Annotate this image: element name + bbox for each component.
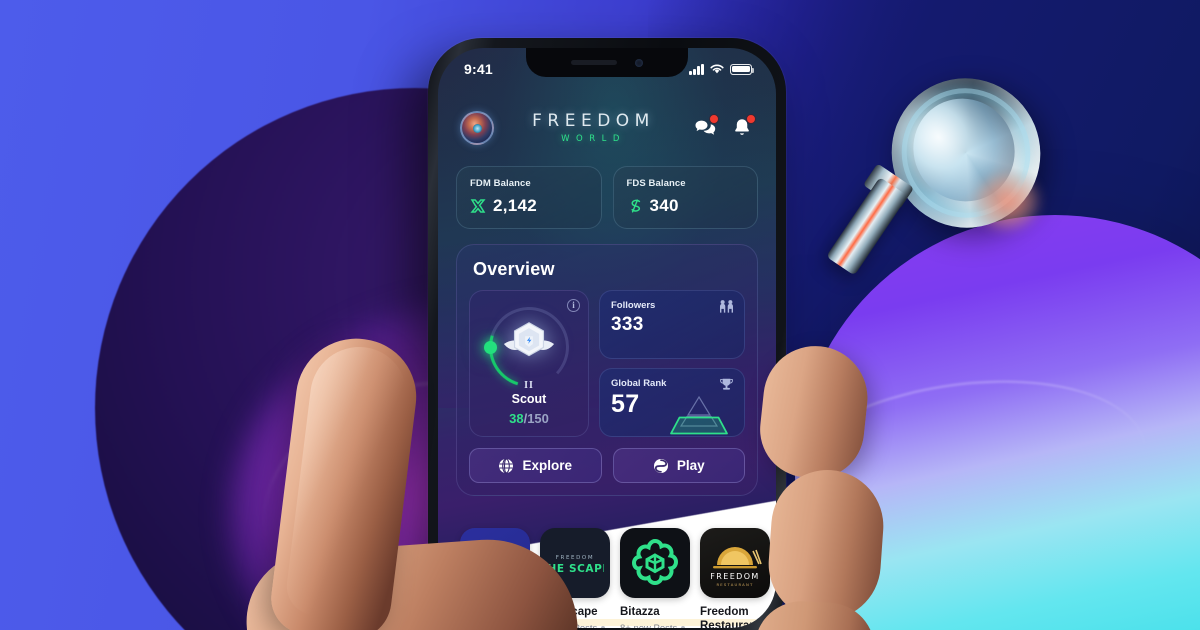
the-scape-logo: FREEDOM THE SCAPE — [540, 528, 610, 598]
svg-text:FREEDOM: FREEDOM — [710, 572, 759, 581]
page-title: Overview — [473, 259, 555, 279]
pyramid-tiers-icon — [660, 395, 738, 435]
fds-token-icon — [627, 198, 643, 214]
app-brand: FREEDOM WORLD — [532, 110, 655, 144]
balance-label: FDS Balance — [626, 178, 686, 189]
svg-text:FREEDOM: FREEDOM — [556, 555, 594, 561]
earpiece-speaker — [571, 60, 617, 65]
balance-value: 340 — [649, 196, 679, 215]
app-name: Freedom — [460, 606, 509, 618]
balance-row: 340 — [627, 196, 745, 216]
rank-progress-max: /150 — [523, 411, 549, 426]
play-button[interactable]: Play — [612, 448, 745, 483]
brand-subtitle: WORLD — [561, 133, 626, 144]
rank-progress-current: 38 — [509, 411, 524, 426]
new-posts-dot — [681, 626, 686, 628]
phone-notch — [526, 48, 688, 77]
app-name: Freedom Restaurant — [700, 606, 761, 628]
phone-screen: 9:41 FREEDOM WORLD FDM Balance 2,142 FDS… — [438, 48, 776, 628]
magnifier-warm-reflection — [972, 170, 1042, 232]
header-actions — [693, 114, 756, 140]
list-item[interactable]: FREEDOM THE SCAPE The Scape 9+ new Posts — [540, 528, 610, 628]
battery-icon — [730, 63, 755, 75]
app-name: Bitazza — [620, 606, 660, 618]
status-icons — [689, 63, 755, 75]
app-meta: 8+ new Posts — [620, 623, 690, 628]
list-item[interactable]: Freedom 75 Posts — [460, 528, 530, 628]
app-header: FREEDOM WORLD — [438, 102, 776, 154]
cellular-signal-icon — [689, 63, 704, 75]
magnifying-glass-3d — [826, 49, 1070, 288]
people-icon — [718, 299, 735, 314]
followers-card[interactable]: Followers 333 — [599, 290, 745, 359]
trophy-icon — [718, 377, 735, 392]
followers-label: Followers — [611, 300, 656, 311]
phone-device: 9:41 FREEDOM WORLD FDM Balance 2,142 FDS… — [428, 38, 786, 630]
app-meta-text: 75 Posts — [460, 623, 497, 628]
overview-body: i II Scout 38/150 Followers 333 Global R… — [469, 290, 745, 437]
rank-name: Scout — [511, 392, 547, 406]
notifications-unread-badge — [746, 114, 756, 124]
svg-text:RESTAURANT: RESTAURANT — [716, 582, 753, 587]
status-time: 9:41 — [464, 61, 493, 77]
freedom-x-logo — [460, 528, 530, 598]
stat-column: Followers 333 Global Rank 57 — [599, 290, 745, 437]
balance-card-fdm[interactable]: FDM Balance 2,142 — [456, 166, 602, 229]
overview-actions: Explore Play — [469, 448, 745, 483]
freedom-restaurant-logo: FREEDOM RESTAURANT — [700, 528, 770, 598]
balance-card-fds[interactable]: FDS Balance 340 — [612, 166, 758, 229]
app-meta: 75 Posts — [460, 623, 530, 628]
fdm-token-icon — [470, 198, 486, 214]
explore-button[interactable]: Explore — [469, 448, 602, 483]
list-item[interactable]: Bitazza 8+ new Posts — [620, 528, 690, 628]
global-rank-label: Global Rank — [611, 378, 667, 389]
app-name: The Scape — [540, 606, 598, 618]
bitazza-logo — [620, 528, 690, 598]
app-meta-text: 8+ new Posts — [620, 623, 677, 628]
balance-value: 2,142 — [493, 196, 538, 215]
bell-icon[interactable] — [730, 114, 756, 140]
play-token-icon — [653, 458, 669, 474]
balance-label: FDM Balance — [470, 178, 531, 189]
balance-cards: FDM Balance 2,142 FDS Balance 340 — [456, 166, 758, 229]
play-label: Play — [676, 458, 705, 473]
globe-icon — [498, 457, 514, 474]
rank-badge-wrap — [474, 292, 584, 402]
app-meta-text: 9+ new Posts — [540, 623, 597, 628]
balance-row: 2,142 — [470, 196, 588, 216]
svg-text:THE SCAPE: THE SCAPE — [546, 563, 604, 575]
new-posts-dot — [601, 626, 606, 628]
list-item[interactable]: FREEDOM RESTAURANT Freedom Restaurant 60… — [700, 528, 770, 628]
followers-value: 333 — [611, 314, 644, 335]
wifi-icon — [710, 64, 724, 74]
explore-label: Explore — [522, 458, 573, 473]
rank-progress-knob — [484, 341, 497, 354]
avatar[interactable] — [460, 111, 494, 145]
rank-card[interactable]: i II Scout 38/150 — [469, 290, 589, 437]
messages-unread-badge — [709, 114, 719, 124]
app-strip: Freedom 75 Posts FREEDOM THE SCAPE The S… — [438, 522, 776, 628]
front-camera — [635, 58, 643, 67]
global-rank-card[interactable]: Global Rank 57 — [599, 368, 745, 437]
overview-panel: Overview i II Scout 38/150 Followers 333… — [456, 244, 758, 496]
app-meta: 9+ new Posts — [540, 623, 610, 628]
chat-bubbles-icon[interactable] — [693, 114, 719, 140]
rank-medal-icon — [500, 317, 558, 371]
brand-name: FREEDOM — [532, 110, 655, 131]
rank-progress-text: 38/150 — [478, 411, 580, 426]
